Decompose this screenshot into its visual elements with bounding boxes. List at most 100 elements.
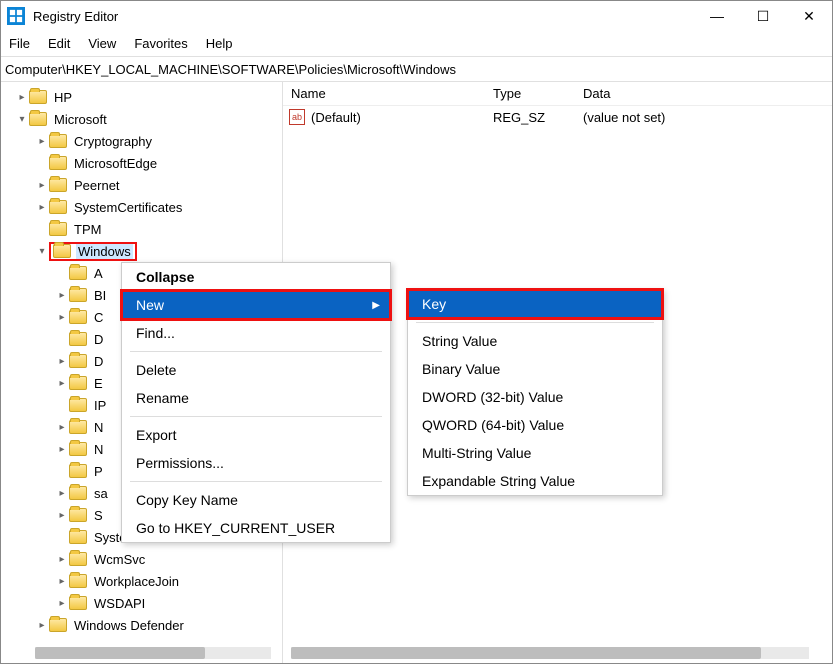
chevron-right-icon[interactable]: ▸ [55,312,69,323]
menu-file[interactable]: File [9,36,30,51]
ctx-find[interactable]: Find... [122,319,390,347]
menu-edit[interactable]: Edit [48,36,70,51]
menu-help[interactable]: Help [206,36,233,51]
chevron-right-icon[interactable]: ▸ [55,378,69,389]
chevron-right-icon[interactable]: ▸ [55,510,69,521]
chevron-right-icon[interactable]: ▸ [55,422,69,433]
tree-item-label: D [92,332,105,347]
ctx-export[interactable]: Export [122,421,390,449]
menu-favorites[interactable]: Favorites [134,36,187,51]
folder-icon [69,398,87,412]
tree-item-label: sa [92,486,110,501]
tree-item-label: TPM [72,222,103,237]
tree-item-label: HP [52,90,74,105]
list-row[interactable]: ab (Default) REG_SZ (value not set) [283,106,832,128]
tree-item-systemcertificates[interactable]: ▸ SystemCertificates [1,196,186,218]
folder-icon [49,156,67,170]
list-scrollbar[interactable] [291,647,809,659]
tree-scrollbar[interactable] [35,647,271,659]
tree-item-label: A [92,266,105,281]
menu-item-label: Go to HKEY_CURRENT_USER [136,520,335,536]
tree-item-label: WcmSvc [92,552,147,567]
tree-item-hp[interactable]: ▸ HP [1,86,186,108]
tree-item-workplacejoin[interactable]: ▸WorkplaceJoin [1,570,186,592]
tree-item-wsdapi[interactable]: ▸WSDAPI [1,592,186,614]
close-button[interactable]: ✕ [786,1,832,31]
tree-item-cryptography[interactable]: ▸Cryptography [1,130,186,152]
folder-icon [49,618,67,632]
chevron-right-icon[interactable]: ▸ [55,356,69,367]
tree-item-windows-defender[interactable]: ▸ Windows Defender [1,614,186,636]
tree-item-peernet[interactable]: ▸Peernet [1,174,186,196]
chevron-down-icon[interactable]: ▾ [35,246,49,257]
tree-item-wcmsvc[interactable]: ▸ WcmSvc [1,548,186,570]
new-dword-32-bit-value[interactable]: DWORD (32-bit) Value [408,383,662,411]
menu-item-label: New [136,297,164,313]
ctx-delete[interactable]: Delete [122,356,390,384]
chevron-right-icon[interactable]: ▸ [55,554,69,565]
chevron-right-icon[interactable]: ▸ [55,290,69,301]
tree-item-windows[interactable]: ▾Windows [1,240,186,262]
chevron-right-icon[interactable]: ▸ [55,444,69,455]
list-header[interactable]: Name Type Data [283,82,832,106]
ctx-separator [130,481,382,482]
new-submenu[interactable]: Key String Value Binary Value DWORD (32-bit… [407,289,663,496]
folder-icon [69,574,87,588]
chevron-right-icon[interactable]: ▸ [35,620,49,631]
chevron-right-icon[interactable]: ▸ [55,598,69,609]
tree-item-label: SystemCertificates [72,200,184,215]
folder-icon [69,332,87,346]
value-name: (Default) [311,110,361,125]
value-data: (value not set) [583,110,832,125]
ctx-rename[interactable]: Rename [122,384,390,412]
chevron-right-icon[interactable]: ▸ [15,92,29,103]
col-header-name[interactable]: Name [283,86,493,101]
folder-icon [49,200,67,214]
context-menu[interactable]: Collapse New ▶ Find... Delete Rename ExportPer… [121,262,391,543]
folder-icon [69,354,87,368]
maximize-button[interactable]: ☐ [740,1,786,31]
tree-item-label: Windows Defender [72,618,186,633]
ctx-go-to-hkey-current-user[interactable]: Go to HKEY_CURRENT_USER [122,514,390,542]
chevron-right-icon[interactable]: ▸ [35,136,49,147]
new-expandable-string-value[interactable]: Expandable String Value [408,467,662,495]
new-multi-string-value[interactable]: Multi-String Value [408,439,662,467]
tree-item-microsoft[interactable]: ▾Microsoft [1,108,186,130]
new-qword-64-bit-value[interactable]: QWORD (64-bit) Value [408,411,662,439]
tree-item-label: D [92,354,105,369]
col-header-data[interactable]: Data [583,86,832,101]
minimize-button[interactable]: — [694,1,740,31]
col-header-type[interactable]: Type [493,86,583,101]
window-title: Registry Editor [33,9,694,24]
folder-icon [29,90,47,104]
folder-icon [49,178,67,192]
menu-item-label: Delete [136,362,176,378]
title-bar[interactable]: Registry Editor — ☐ ✕ [1,1,832,31]
chevron-down-icon[interactable]: ▾ [15,114,29,125]
folder-icon [69,486,87,500]
menu-view[interactable]: View [88,36,116,51]
tree-item-label: C [92,310,105,325]
folder-icon [69,442,87,456]
chevron-right-icon[interactable]: ▸ [35,180,49,191]
ctx-permissions[interactable]: Permissions... [122,449,390,477]
tree-item-tpm[interactable]: TPM [1,218,186,240]
chevron-right-icon[interactable]: ▸ [55,576,69,587]
submenu-arrow-icon: ▶ [372,300,380,311]
menu-item-label: String Value [422,333,497,349]
address-bar[interactable]: Computer\HKEY_LOCAL_MACHINE\SOFTWARE\Pol… [1,56,832,82]
folder-icon [69,266,87,280]
chevron-right-icon[interactable]: ▸ [55,488,69,499]
new-string-value[interactable]: String Value [408,327,662,355]
menu-item-label: DWORD (32-bit) Value [422,389,563,405]
chevron-right-icon[interactable]: ▸ [35,202,49,213]
ctx-new[interactable]: New ▶ [122,291,390,319]
tree-item-microsoftedge[interactable]: MicrosoftEdge [1,152,186,174]
new-binary-value[interactable]: Binary Value [408,355,662,383]
new-key[interactable]: Key [408,290,662,318]
ctx-copy-key-name[interactable]: Copy Key Name [122,486,390,514]
tree-item-label: S [92,508,105,523]
ctx-collapse[interactable]: Collapse [122,263,390,291]
tree-item-label: BI [92,288,108,303]
tree-item-label: N [92,442,105,457]
